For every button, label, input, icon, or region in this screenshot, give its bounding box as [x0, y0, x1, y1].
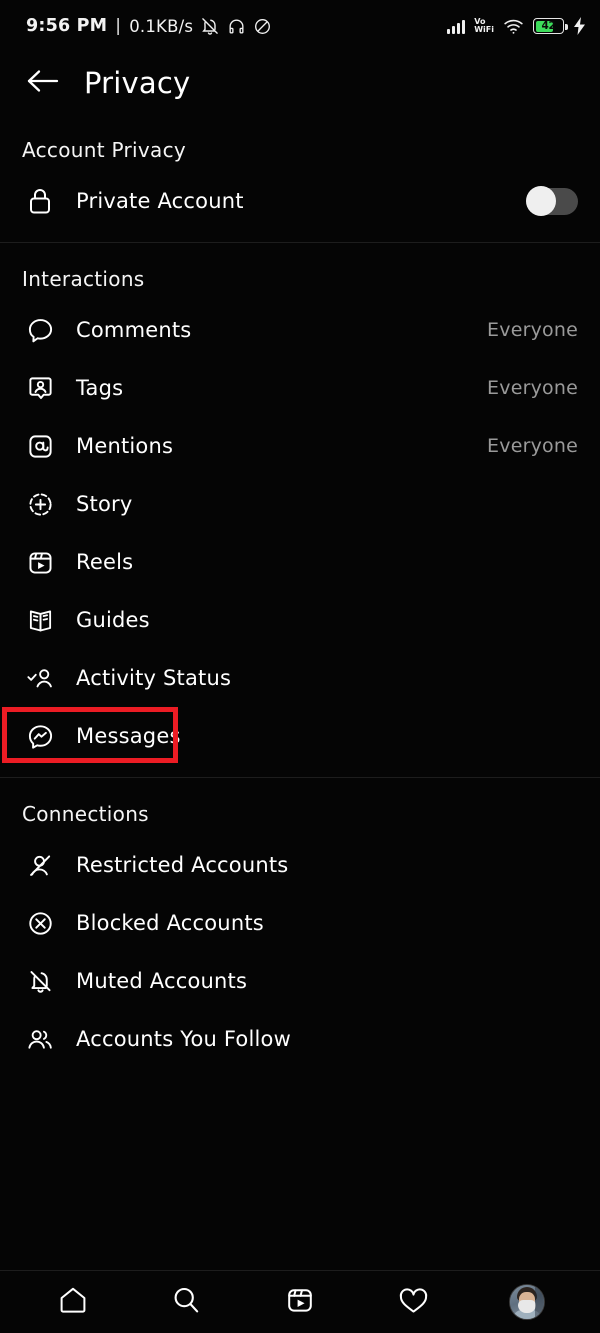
nav-item-home[interactable]: [47, 1278, 99, 1326]
app-screen: 9:56 PM | 0.1KB/s Vo WiFi 42 Privacy Acc…: [0, 0, 600, 1333]
toggle-knob: [526, 186, 556, 216]
row-muted-accounts[interactable]: Muted Accounts: [0, 952, 600, 1010]
row-label-restricted-accounts: Restricted Accounts: [76, 853, 289, 877]
activity-status-icon: [24, 662, 56, 694]
network-speed-text: 0.1KB/s: [129, 16, 194, 36]
battery-percent-label: 42: [541, 20, 556, 32]
status-bar-right: Vo WiFi 42: [447, 17, 586, 35]
status-separator: |: [115, 16, 122, 36]
section-title-interactions: Interactions: [22, 267, 145, 291]
status-time: 9:56 PM: [26, 16, 108, 36]
row-comments[interactable]: Comments Everyone: [0, 301, 600, 359]
restricted-account-icon: [24, 849, 56, 881]
row-private-account[interactable]: Private Account: [0, 172, 600, 230]
arrow-left-icon: [26, 67, 60, 99]
page-header: Privacy: [0, 52, 600, 114]
row-value-mentions: Everyone: [487, 435, 578, 457]
row-label-accounts-you-follow: Accounts You Follow: [76, 1027, 291, 1051]
row-label-activity-status: Activity Status: [76, 666, 232, 690]
row-label-story: Story: [76, 492, 133, 516]
section-interactions: Interactions Comments Everyone Tags Ever…: [0, 243, 600, 778]
row-story[interactable]: Story: [0, 475, 600, 533]
row-restricted-accounts[interactable]: Restricted Accounts: [0, 836, 600, 894]
section-title-connections: Connections: [22, 802, 149, 826]
bottom-navigation-bar: [0, 1270, 600, 1333]
back-button[interactable]: [20, 60, 66, 106]
row-messages[interactable]: Messages: [0, 707, 600, 765]
vowifi-bottom-label: WiFi: [474, 25, 494, 34]
reels-icon: [285, 1285, 315, 1319]
vowifi-indicator: Vo WiFi: [474, 17, 494, 35]
muted-account-icon: [24, 965, 56, 997]
blocked-account-icon: [24, 907, 56, 939]
row-tags[interactable]: Tags Everyone: [0, 359, 600, 417]
row-label-mentions: Mentions: [76, 434, 174, 458]
row-reels[interactable]: Reels: [0, 533, 600, 591]
lock-icon: [24, 185, 56, 217]
charging-bolt-icon: [573, 17, 586, 35]
mention-icon: [24, 430, 56, 462]
heart-icon: [398, 1286, 429, 1319]
row-value-comments: Everyone: [487, 319, 578, 341]
row-label-private-account: Private Account: [76, 189, 244, 213]
row-accounts-you-follow[interactable]: Accounts You Follow: [0, 1010, 600, 1068]
status-bar: 9:56 PM | 0.1KB/s Vo WiFi 42: [0, 0, 600, 52]
row-mentions[interactable]: Mentions Everyone: [0, 417, 600, 475]
section-account-privacy: Account Privacy Private Account: [0, 114, 600, 243]
nav-item-profile[interactable]: [501, 1278, 553, 1326]
bell-off-icon: [200, 16, 220, 36]
home-icon: [58, 1285, 88, 1319]
row-activity-status[interactable]: Activity Status: [0, 649, 600, 707]
wifi-icon: [503, 18, 524, 35]
row-label-comments: Comments: [76, 318, 192, 342]
row-blocked-accounts[interactable]: Blocked Accounts: [0, 894, 600, 952]
comment-icon: [24, 314, 56, 346]
profile-avatar: [509, 1284, 546, 1320]
row-label-tags: Tags: [76, 376, 124, 400]
nav-item-activity[interactable]: [388, 1278, 440, 1326]
battery-icon: 42: [533, 18, 568, 34]
nav-item-search[interactable]: [160, 1278, 212, 1326]
messenger-icon: [24, 720, 56, 752]
row-label-messages: Messages: [76, 724, 181, 748]
section-title-account-privacy: Account Privacy: [22, 138, 187, 162]
row-label-reels: Reels: [76, 550, 134, 574]
row-label-muted-accounts: Muted Accounts: [76, 969, 248, 993]
status-bar-left: 9:56 PM | 0.1KB/s: [26, 16, 272, 36]
dnd-icon: [253, 17, 272, 36]
story-plus-icon: [24, 488, 56, 520]
headphones-icon: [227, 17, 246, 36]
accounts-you-follow-icon: [24, 1023, 56, 1055]
reels-icon: [24, 546, 56, 578]
guides-book-icon: [24, 604, 56, 636]
nav-item-reels[interactable]: [274, 1278, 326, 1326]
row-label-blocked-accounts: Blocked Accounts: [76, 911, 264, 935]
settings-list: Account Privacy Private Account Interact…: [0, 114, 600, 1270]
search-icon: [171, 1285, 201, 1319]
row-label-guides: Guides: [76, 608, 150, 632]
signal-bars-icon: [447, 19, 466, 34]
section-connections: Connections Restricted Accounts Blocked …: [0, 778, 600, 1068]
row-guides[interactable]: Guides: [0, 591, 600, 649]
tag-icon: [24, 372, 56, 404]
row-value-tags: Everyone: [487, 377, 578, 399]
page-title: Privacy: [84, 66, 191, 100]
private-account-toggle[interactable]: [526, 186, 578, 216]
